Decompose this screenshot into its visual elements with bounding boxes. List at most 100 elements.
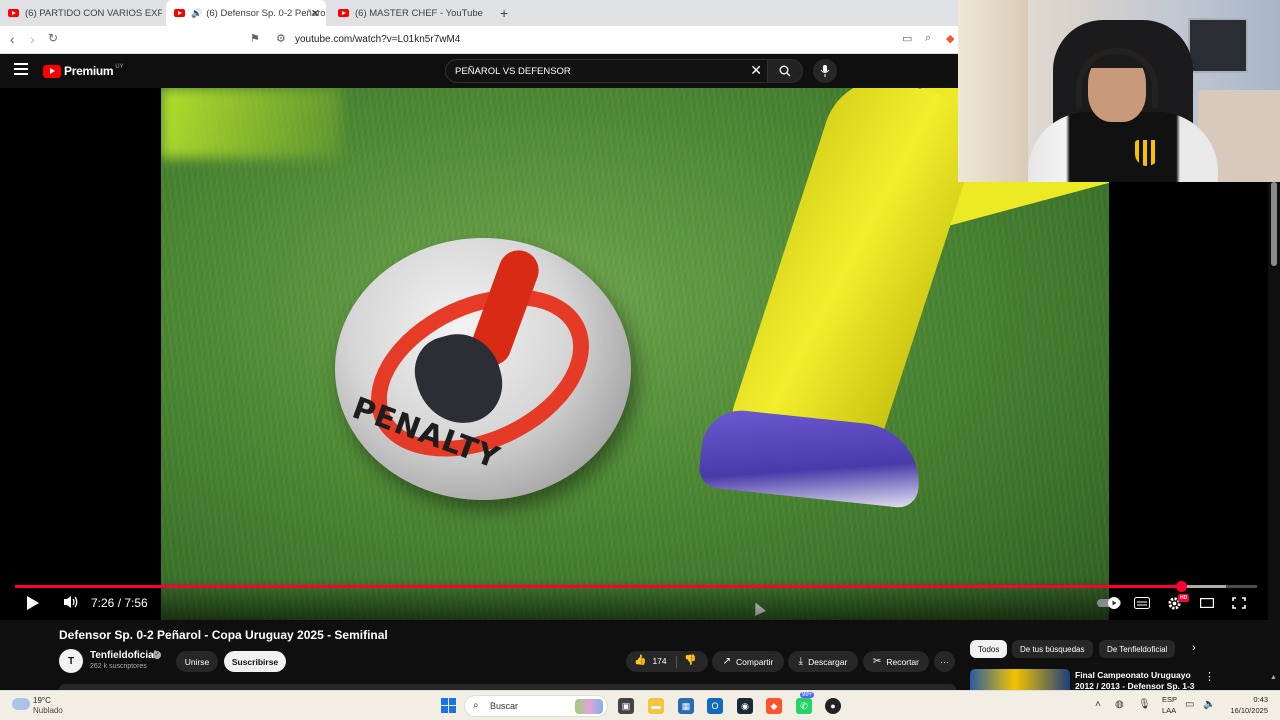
hamburger-menu-icon[interactable]	[14, 63, 28, 75]
zoom-icon[interactable]: ⌕	[925, 32, 931, 45]
webcam-curtain	[958, 0, 1028, 182]
webcam-wall-poster	[1188, 18, 1248, 73]
download-icon: ⤓	[798, 656, 804, 667]
windows-taskbar: 19°C Nublado ⌕ Buscar ▣ ▬ ▦ O ◉ ◆ ✆ 99+ …	[0, 690, 1280, 720]
search-highlight-icon	[575, 699, 603, 714]
thumbs-down-icon[interactable]: 👎	[684, 655, 696, 666]
chip-from-channel[interactable]: De Tenfieldoficial	[1099, 640, 1176, 658]
bookmark-icon[interactable]: ⚑	[250, 32, 260, 45]
join-button[interactable]: Unirse	[176, 651, 218, 672]
task-view-icon[interactable]: ▣	[618, 698, 634, 714]
outlook-icon[interactable]: O	[707, 698, 723, 714]
taskbar-search-label: Buscar	[490, 701, 519, 711]
microphone-tray-icon[interactable]: 🎙	[1138, 699, 1151, 710]
speaker-icon: 🔊	[191, 7, 203, 18]
whatsapp-icon[interactable]: ✆	[796, 698, 812, 714]
progress-bar[interactable]	[15, 581, 1257, 592]
browser-tab-masterchef[interactable]: (6) MASTER CHEF - YouTube	[330, 0, 490, 26]
thumbs-up-icon: 👍	[634, 655, 647, 666]
weather-condition[interactable]: Nublado	[33, 706, 63, 715]
youtube-header: Premium UY PEÑAROL VS DEFENSOR ✕	[0, 54, 958, 88]
recommendation-thumbnail[interactable]	[970, 669, 1070, 690]
fullscreen-icon	[1232, 597, 1246, 609]
cast-icon[interactable]: ▭	[902, 32, 912, 45]
youtube-play-logo-icon	[43, 64, 61, 78]
scrollbar-thumb[interactable]	[1271, 182, 1277, 266]
recommendation-title[interactable]: Final Campeonato Uruguayo 2012 / 2013 - …	[1075, 670, 1203, 690]
chip-from-searches[interactable]: De tus búsquedas	[1012, 640, 1093, 658]
brave-shield-icon[interactable]: ◆	[946, 32, 954, 45]
weather-temperature[interactable]: 19°C	[33, 696, 51, 705]
steam-icon[interactable]: ◉	[737, 698, 753, 714]
search-value: PEÑAROL VS DEFENSOR	[455, 66, 571, 77]
whatsapp-unread-badge: 99+	[800, 692, 815, 698]
taskbar-search[interactable]: ⌕ Buscar	[464, 695, 608, 717]
search-button[interactable]	[767, 59, 803, 83]
forward-arrow-icon[interactable]: ›	[30, 31, 35, 47]
file-explorer-icon[interactable]: ▬	[648, 698, 664, 714]
play-icon	[27, 596, 39, 610]
search-icon	[779, 65, 791, 77]
back-arrow-icon[interactable]: ‹	[10, 31, 15, 47]
more-vert-icon[interactable]: ⋮	[1204, 670, 1215, 683]
like-dislike-group: 👍 174 👎	[626, 651, 708, 672]
clear-search-icon[interactable]: ✕	[750, 62, 762, 79]
new-tab-button[interactable]: +	[500, 5, 508, 21]
reload-icon[interactable]: ↻	[48, 31, 58, 45]
page-scrollbar[interactable]: ▲	[1268, 182, 1280, 690]
volume-icon	[64, 596, 78, 608]
subtitles-button[interactable]	[1134, 597, 1150, 609]
volume-button[interactable]	[63, 595, 79, 609]
clock-time[interactable]: 0:43	[1232, 695, 1268, 704]
share-button[interactable]: ↗ Compartir	[712, 651, 784, 672]
close-tab-icon[interactable]: ✕	[311, 7, 320, 20]
cloud-icon	[12, 698, 30, 710]
browser-tab-defensor[interactable]: 🔊 (6) Defensor Sp. 0-2 Peñarol ✕	[166, 0, 326, 26]
subscribe-button[interactable]: Suscribirse	[224, 651, 286, 672]
microsoft-store-icon[interactable]: ▦	[678, 698, 694, 714]
scroll-down-arrow-icon[interactable]: ▲	[1270, 674, 1277, 681]
share-arrow-icon: ↗	[722, 656, 732, 667]
like-button[interactable]: 👍 174	[634, 655, 667, 666]
like-divider	[676, 656, 677, 668]
windows-start-icon[interactable]	[441, 698, 456, 713]
keyboard-layout[interactable]: LAA	[1162, 706, 1176, 715]
tray-app-icon[interactable]: ◍	[1115, 699, 1124, 710]
chip-todos[interactable]: Todos	[970, 640, 1008, 658]
clip-label: Recortar	[886, 656, 919, 667]
clock-date[interactable]: 16/10/2025	[1222, 706, 1268, 715]
more-actions-button[interactable]: ···	[934, 651, 955, 672]
autoplay-toggle[interactable]	[1097, 597, 1123, 609]
tab-label: (6) PARTIDO CON VARIOS EXPULSADOS	[25, 7, 162, 19]
speaker-tray-icon[interactable]: 🔈	[1203, 699, 1215, 710]
app-icon[interactable]: ●	[825, 698, 841, 714]
chevron-right-icon[interactable]: ›	[1192, 642, 1196, 654]
subscriber-count: 262 k suscriptores	[90, 663, 147, 670]
theater-mode-button[interactable]	[1200, 598, 1214, 608]
fullscreen-button[interactable]	[1232, 597, 1246, 609]
network-icon[interactable]: ▭	[1185, 699, 1194, 710]
site-info-icon[interactable]: ⚙	[276, 32, 286, 45]
voice-search-button[interactable]	[813, 59, 837, 83]
youtube-premium-logo[interactable]: Premium UY	[43, 64, 124, 78]
time-display: 7:26 / 7:56	[91, 596, 148, 610]
language-code[interactable]: ESP	[1162, 695, 1177, 704]
share-label: Compartir	[736, 656, 774, 667]
brave-browser-icon[interactable]: ◆	[766, 698, 782, 714]
search-icon: ⌕	[473, 700, 479, 711]
microphone-icon	[820, 65, 830, 77]
show-hidden-icons-chevron-icon[interactable]: ˄	[1095, 699, 1101, 710]
logo-country: UY	[115, 64, 124, 70]
channel-avatar[interactable]: T	[59, 649, 83, 673]
download-button[interactable]: ⤓ Descargar	[788, 651, 858, 672]
clip-button[interactable]: ✂ Recortar	[863, 651, 929, 672]
hd-badge: HD	[1178, 594, 1190, 602]
search-input[interactable]: PEÑAROL VS DEFENSOR ✕	[445, 59, 771, 83]
url-text[interactable]: youtube.com/watch?v=L01kn5r7wM4	[295, 34, 460, 45]
channel-name[interactable]: Tenfieldoficial	[90, 650, 157, 661]
play-button[interactable]	[26, 595, 40, 611]
browser-tab-partido[interactable]: (6) PARTIDO CON VARIOS EXPULSADOS	[0, 0, 162, 26]
youtube-favicon-icon	[8, 9, 19, 17]
tab-label: (6) Defensor Sp. 0-2 Peñarol	[206, 7, 326, 19]
football: PENALTY	[335, 238, 631, 500]
